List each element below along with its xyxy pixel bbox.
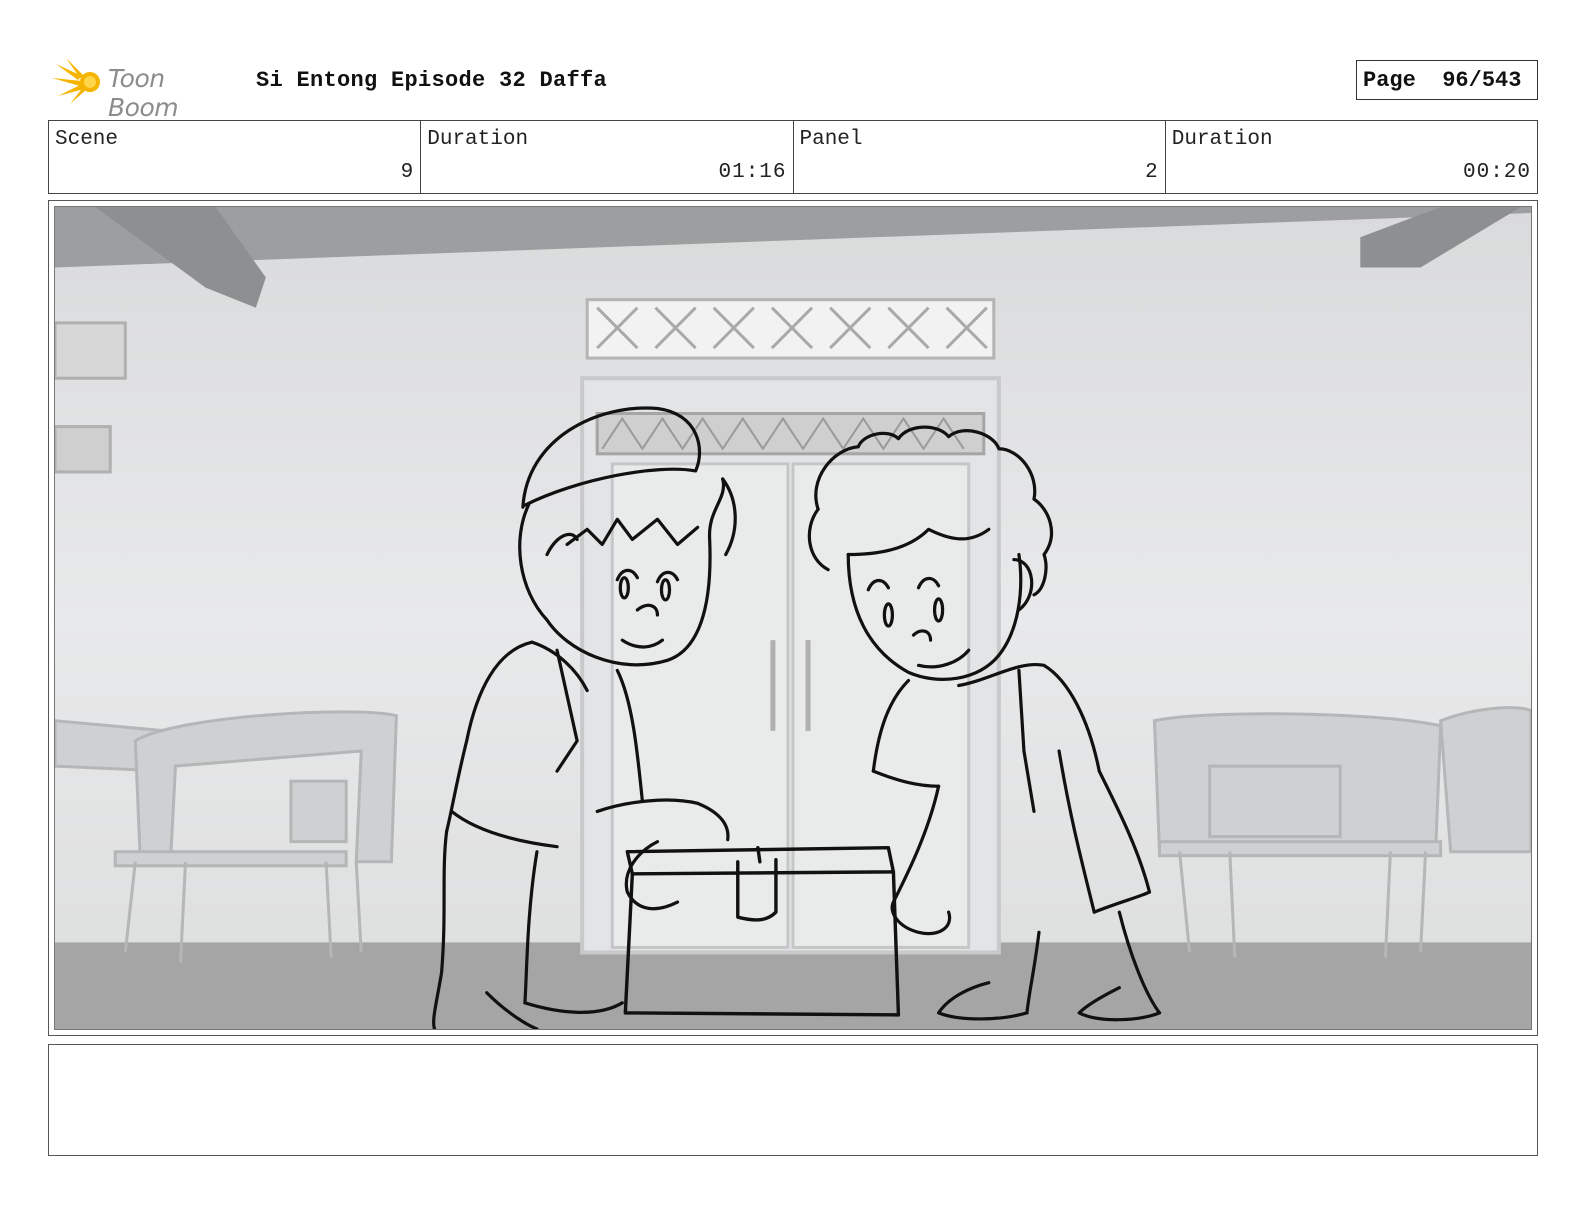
panel-cell: Panel 2: [794, 121, 1166, 193]
page-value: 96/543: [1442, 67, 1522, 93]
page-counter: Page 96/543: [1356, 60, 1538, 100]
panel-duration-value: 00:20: [1462, 161, 1531, 184]
project-title: Si Entong Episode 32 Daffa: [256, 68, 608, 93]
scene-duration-cell: Duration 01:16: [421, 121, 794, 193]
panel-duration-label: Duration: [1171, 128, 1273, 151]
panel-label: Panel: [799, 128, 863, 151]
panel-duration-cell: Duration 00:20: [1166, 121, 1537, 193]
storyboard-panel-image: [54, 206, 1532, 1030]
scene-value: 9: [400, 161, 415, 184]
page-label: Page: [1363, 67, 1416, 93]
storyboard-header: Toon Boom Si Entong Episode 32 Daffa Pag…: [48, 56, 1538, 122]
scene-info-bar: Scene 9 Duration 01:16 Panel 2 Duration …: [48, 120, 1538, 194]
scene-cell: Scene 9: [49, 121, 422, 193]
panel-notes-box: [48, 1044, 1538, 1156]
panel-value: 2: [1145, 161, 1159, 184]
scene-duration-label: Duration: [427, 128, 529, 151]
logo-text: Toon Boom: [108, 64, 179, 122]
panel-sketch: [55, 207, 1531, 1029]
scene-duration-value: 01:16: [718, 161, 787, 184]
toon-boom-logo: Toon Boom: [52, 56, 242, 122]
starburst-icon: [52, 58, 100, 104]
storyboard-panel-frame: [48, 200, 1538, 1036]
floor: [55, 942, 1531, 1029]
scene-label: Scene: [55, 128, 119, 151]
